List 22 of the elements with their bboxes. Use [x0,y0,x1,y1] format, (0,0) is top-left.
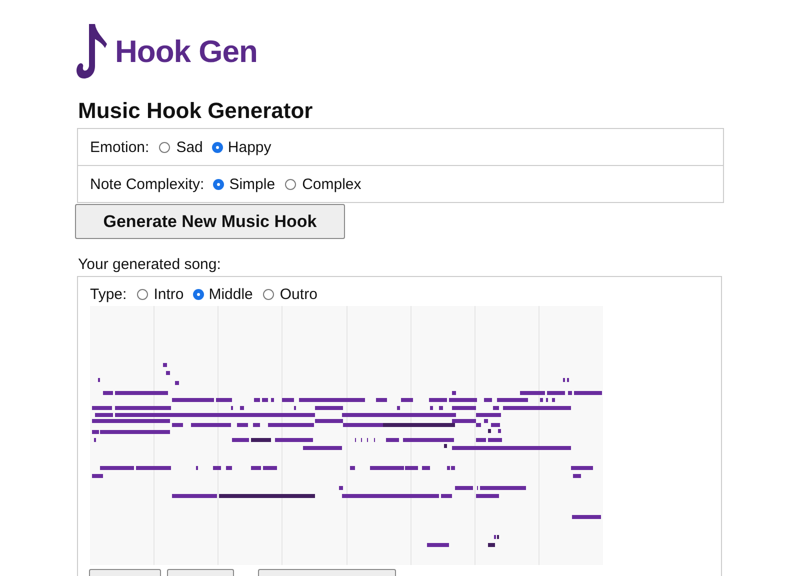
radio-label[interactable]: Intro [154,286,184,302]
radio-label[interactable]: Complex [302,176,362,192]
option-label: Emotion: [90,138,150,156]
radio-label[interactable]: Outro [280,286,318,302]
radio-button[interactable] [285,178,296,190]
page-title: Music Hook Generator [78,98,314,124]
radio-label[interactable]: Simple [229,176,276,192]
logo-text: Hook Gen [115,34,258,70]
type-label: Type: [90,286,127,302]
option-label: Note Complexity: [90,176,204,192]
radio-button[interactable] [194,290,203,298]
radio-label[interactable]: Sad [176,138,203,156]
radio-button[interactable] [159,142,170,152]
radio-button[interactable] [214,180,224,188]
radio-button[interactable] [136,288,148,300]
radio-label[interactable]: Happy [228,138,272,156]
generate-button[interactable]: Generate New Music Hook [75,204,345,239]
song-label: Your generated song: [78,256,222,273]
radio-button[interactable] [212,142,222,152]
radio-label[interactable]: Middle [208,286,253,302]
music-note-icon [75,22,109,80]
radio-button[interactable] [262,288,274,300]
